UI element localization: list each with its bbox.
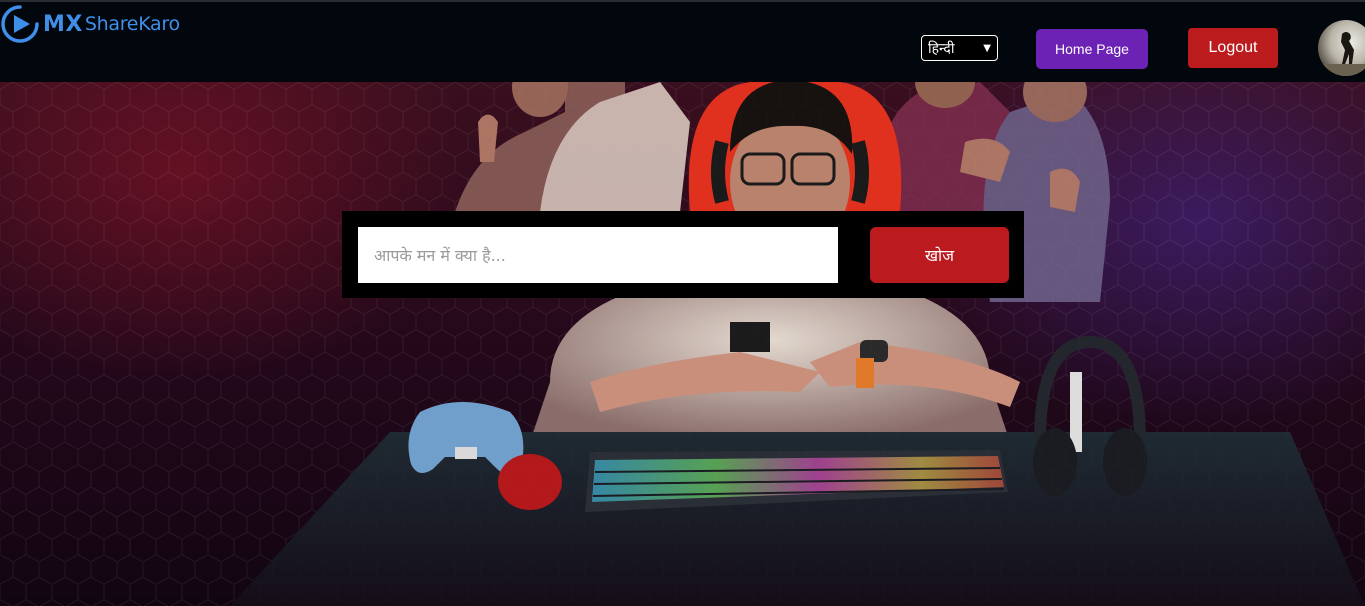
- brand-mx: MX: [43, 11, 83, 37]
- home-page-button[interactable]: Home Page: [1036, 29, 1148, 69]
- hero-banner: [0, 82, 1365, 606]
- user-avatar[interactable]: [1318, 20, 1365, 76]
- top-navbar: MX ShareKaro हिन्दी ▼ Home Page Logout: [0, 0, 1365, 82]
- avatar-image: [1318, 32, 1365, 76]
- chevron-down-icon: ▼: [983, 42, 991, 54]
- language-selected-value: हिन्दी: [928, 40, 955, 57]
- search-button[interactable]: खोज: [870, 227, 1009, 283]
- logout-button[interactable]: Logout: [1188, 28, 1278, 68]
- brand-name: ShareKaro: [84, 13, 180, 35]
- play-circle-icon: [1, 5, 39, 43]
- hero-illustration: [0, 82, 1365, 606]
- search-input[interactable]: [358, 227, 838, 283]
- brand-logo[interactable]: MX ShareKaro: [0, 4, 180, 44]
- language-select[interactable]: हिन्दी ▼: [921, 35, 998, 61]
